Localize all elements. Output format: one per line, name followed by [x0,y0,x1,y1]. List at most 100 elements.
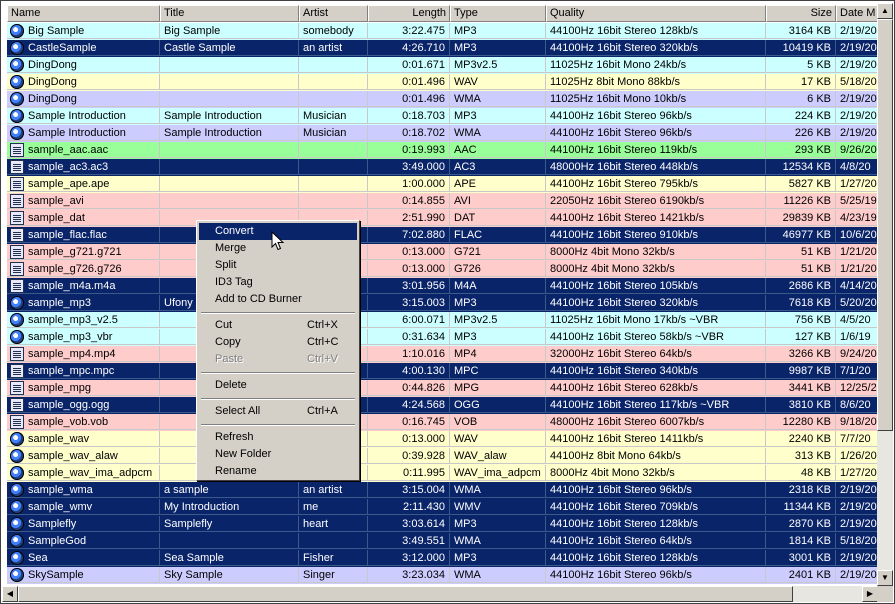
column-header-type[interactable]: Type [450,5,546,22]
column-header-artist[interactable]: Artist [299,5,368,22]
cell-name: SampleGod [7,533,160,549]
menu-separator [201,372,355,374]
cell-size: 5 KB [766,57,836,73]
column-header-quality[interactable]: Quality [546,5,766,22]
table-row[interactable]: sample_wmv My Introduction me 2:11.430 WMV 44… [7,499,877,516]
table-row[interactable]: Samplefly Samplefly heart 3:03.614 MP3 44100H… [7,516,877,533]
horizontal-scrollbar[interactable]: ◀ ▶ [2,586,878,602]
menu-item-copy[interactable]: Copy Ctrl+C [199,334,357,351]
audio-file-icon [10,109,24,123]
menu-item-shortcut: Ctrl+V [307,353,338,365]
table-row[interactable]: sample_wav_alaw 0:39.928 WAV_alaw 44100Hz 8… [7,448,877,465]
cell-size: 17 KB [766,74,836,90]
audio-file-icon [10,432,24,446]
menu-item-select-all[interactable]: Select All Ctrl+A [199,403,357,420]
table-row[interactable]: DingDong 0:01.496 WMA 11025Hz 16bit Mono 10… [7,91,877,108]
cell-type: MP3 [450,329,546,345]
table-row[interactable]: sample_mp3_vbr 0:31.634 MP3 44100Hz 16bit S… [7,329,877,346]
table-row[interactable]: sample_mpc.mpc 4:00.130 MPC 44100Hz 16bit S… [7,363,877,380]
table-row[interactable]: sample_aac.aac 0:19.993 AAC 44100Hz 16bit S… [7,142,877,159]
table-row[interactable]: sample_ogg.ogg 4:24.568 OGG 44100Hz 16bit S… [7,397,877,414]
cell-type: WAV_ima_adpcm [450,465,546,481]
table-row[interactable]: Sample Introduction Sample Introduction Mu… [7,125,877,142]
table-row[interactable]: sample_g726.g726 0:13.000 G726 8000Hz 4bit … [7,261,877,278]
cell-type: WMA [450,91,546,107]
table-row[interactable]: sample_mp3 Ufony 3:15.003 MP3 44100Hz 16bit … [7,295,877,312]
menu-item-refresh[interactable]: Refresh [199,429,357,446]
cell-quality: 22050Hz 16bit Stereo 6190kb/s [546,193,766,209]
menu-item-split[interactable]: Split [199,257,357,274]
menu-item-cut[interactable]: Cut Ctrl+X [199,317,357,334]
cell-type: MPC [450,363,546,379]
scroll-down-button[interactable]: ▼ [877,570,893,586]
menu-item-delete[interactable]: Delete [199,377,357,394]
table-row[interactable]: sample_ape.ape 1:00.000 APE 44100Hz 16bit S… [7,176,877,193]
menu-item-add-to-cd-burner[interactable]: Add to CD Burner [199,291,357,308]
table-row[interactable]: Sample Introduction Sample Introduction Mu… [7,108,877,125]
column-header-name[interactable]: Name [7,5,160,22]
table-row[interactable]: SkySample Sky Sample Singer 3:23.034 WMA 4410… [7,567,877,584]
table-row[interactable]: sample_m4a.m4a 3:01.956 M4A 44100Hz 16bit S… [7,278,877,295]
cell-size: 127 KB [766,329,836,345]
file-name: sample_mp4.mp4 [28,348,116,360]
table-row[interactable]: sample_flac.flac 7:02.880 FLAC 44100Hz 16bi… [7,227,877,244]
cell-size: 9987 KB [766,363,836,379]
audio-file-icon [10,551,24,565]
file-list[interactable]: Big Sample Big Sample somebody 3:22.475 MP3 4… [7,23,877,588]
table-row[interactable]: sample_avi 0:14.855 AVI 22050Hz 16bit Stere… [7,193,877,210]
cell-size: 5827 KB [766,176,836,192]
table-row[interactable]: SampleGod 3:49.551 WMA 44100Hz 16bit Stereo… [7,533,877,550]
table-row[interactable]: Sea Sea Sample Fisher 3:12.000 MP3 44100Hz 16… [7,550,877,567]
cell-size: 12534 KB [766,159,836,175]
menu-item-new-folder[interactable]: New Folder [199,446,357,463]
table-row[interactable]: DingDong 0:01.496 WAV 11025Hz 8bit Mono 88k… [7,74,877,91]
table-row[interactable]: sample_wma a sample an artist 3:15.004 WMA 44… [7,482,877,499]
cell-type: WAV [450,431,546,447]
table-row[interactable]: sample_mpg 0:44.826 MPG 44100Hz 16bit Stere… [7,380,877,397]
cell-name: sample_mp3_v2.5 [7,312,160,328]
cell-date: 2/19/20 [836,516,877,532]
menu-item-label: Add to CD Burner [215,293,302,305]
cell-type: WMA [450,125,546,141]
document-file-icon [10,194,24,208]
audio-file-icon [10,24,24,38]
column-header-length[interactable]: Length [368,5,450,22]
table-row[interactable]: DingDong 0:01.671 MP3v2.5 11025Hz 16bit Mon… [7,57,877,74]
cell-size: 2401 KB [766,567,836,583]
menu-item-label: Paste [215,353,244,365]
table-row[interactable]: sample_wav 0:13.000 WAV 44100Hz 16bit Stere… [7,431,877,448]
table-row[interactable]: sample_ac3.ac3 3:49.000 AC3 48000Hz 16bit S… [7,159,877,176]
cell-artist [299,91,368,107]
cell-size: 11344 KB [766,499,836,515]
table-row[interactable]: sample_vob.vob 0:16.745 VOB 48000Hz 16bit S… [7,414,877,431]
cell-size: 2318 KB [766,482,836,498]
cell-artist [299,533,368,549]
table-row[interactable]: sample_mp3_v2.5 6:00.071 MP3v2.5 11025Hz 16… [7,312,877,329]
cell-date: 7/7/20 [836,431,877,447]
cell-date: 4/23/19 [836,210,877,226]
table-row[interactable]: Big Sample Big Sample somebody 3:22.475 MP3 4… [7,23,877,40]
horizontal-scroll-thumb[interactable] [18,586,793,602]
audio-file-icon [10,330,24,344]
scroll-right-button[interactable]: ▶ [862,586,878,602]
table-row[interactable]: sample_g721.g721 0:13.000 G721 8000Hz 4bit … [7,244,877,261]
menu-item-id3-tag[interactable]: ID3 Tag [199,274,357,291]
cell-name: CastleSample [7,40,160,56]
table-row[interactable]: sample_mp4.mp4 1:10.016 MP4 32000Hz 16bit S… [7,346,877,363]
cell-quality: 44100Hz 16bit Stereo 795kb/s [546,176,766,192]
scroll-left-button[interactable]: ◀ [2,586,18,602]
scroll-up-button[interactable]: ▲ [877,3,893,19]
cell-artist [299,176,368,192]
column-header-title[interactable]: Title [160,5,299,22]
menu-item-paste[interactable]: Paste Ctrl+V [199,351,357,368]
table-row[interactable]: sample_wav_ima_adpcm 0:11.995 WAV_ima_adpc… [7,465,877,482]
cell-name: sample_wav_alaw [7,448,160,464]
table-row[interactable]: sample_dat 2:51.990 DAT 44100Hz 16bit Stere… [7,210,877,227]
table-row[interactable]: CastleSample Castle Sample an artist 4:26.7… [7,40,877,57]
cell-artist: heart [299,516,368,532]
column-header-size[interactable]: Size [766,5,836,22]
menu-item-rename[interactable]: Rename [199,463,357,480]
vertical-scrollbar[interactable]: ▲ ▼ [877,3,893,586]
menu-item-shortcut: Ctrl+C [307,336,339,348]
vertical-scroll-thumb[interactable] [877,19,893,431]
